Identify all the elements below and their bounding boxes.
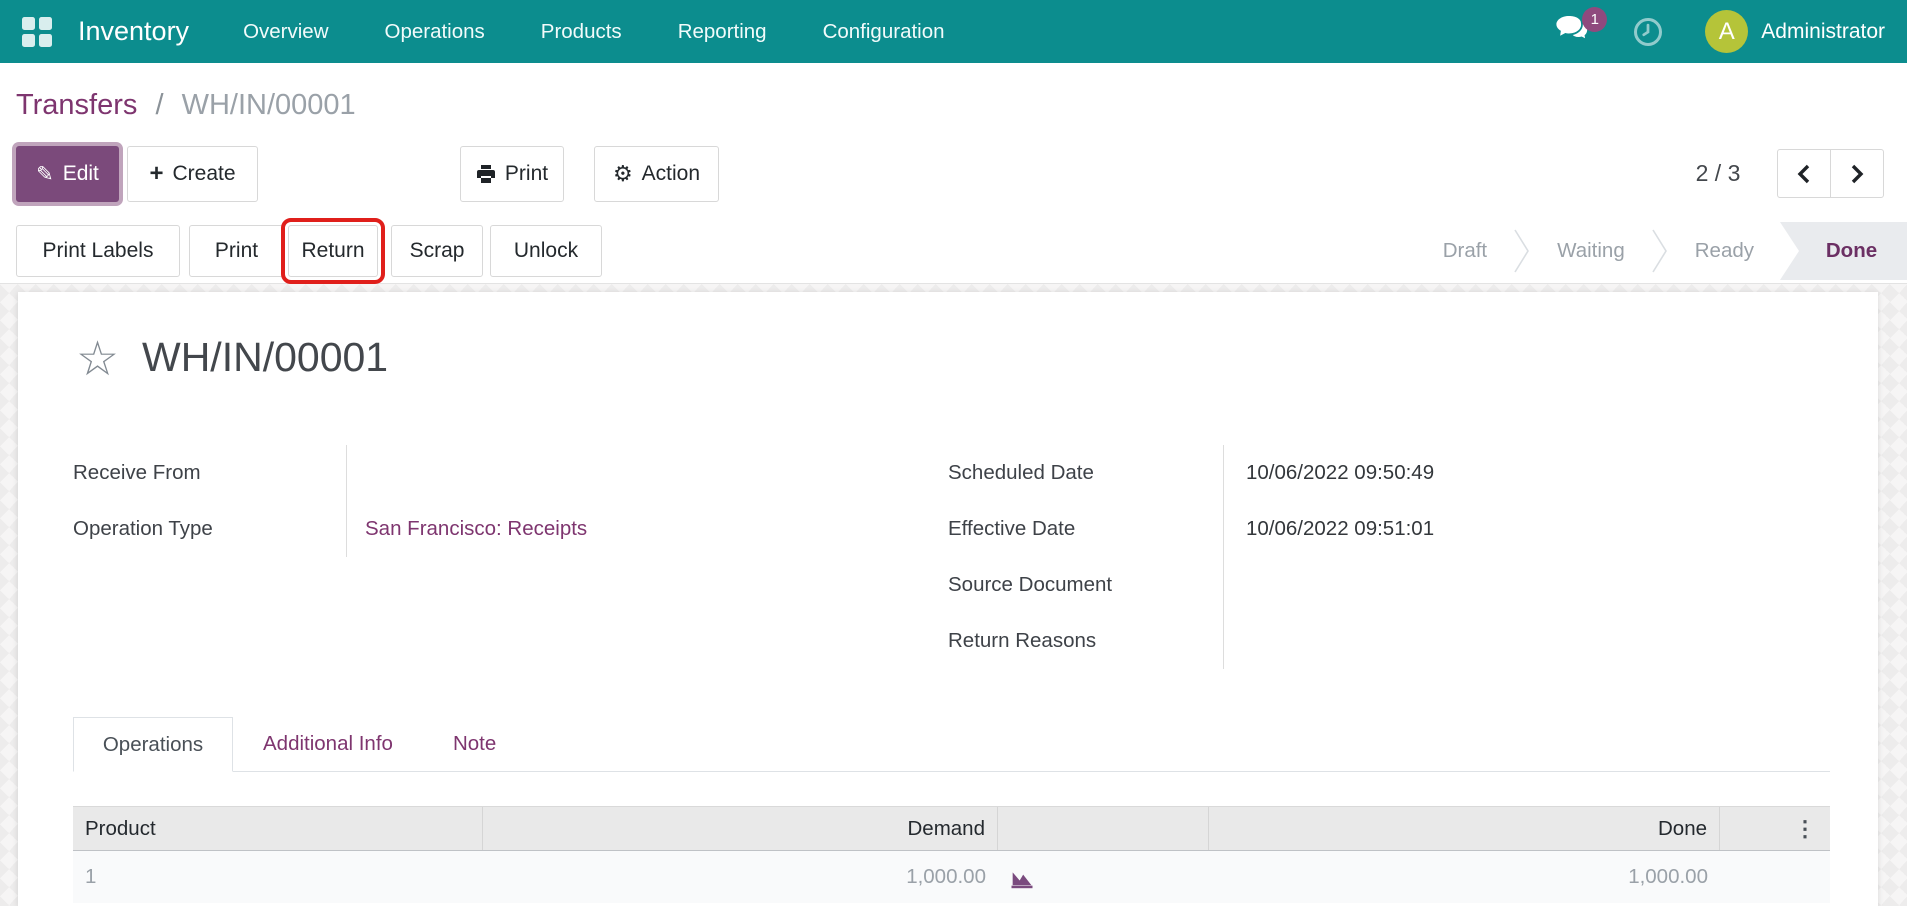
pencil-icon: ✎ [36, 162, 54, 187]
button-row: ✎ Edit + Create Print ⚙ Action 2 / 3 [0, 146, 1907, 203]
optional-columns-toggle[interactable]: ⋮ [1720, 816, 1830, 842]
gear-icon: ⚙ [613, 161, 633, 187]
cell-graph [998, 863, 1209, 891]
user-name: Administrator [1761, 20, 1885, 44]
column-header-demand[interactable]: Demand [483, 807, 998, 850]
column-header-product[interactable]: Product [73, 807, 483, 850]
label-operation-type: Operation Type [73, 517, 213, 541]
status-done[interactable]: Done [1780, 222, 1907, 280]
breadcrumb-separator: / [155, 89, 163, 121]
menu-configuration[interactable]: Configuration [823, 20, 945, 44]
control-panel: Transfers / WH/IN/00001 ✎ Edit + Create … [0, 63, 1907, 284]
label-receive-from: Receive From [73, 461, 201, 485]
edit-button-label: Edit [63, 162, 99, 186]
action-button-label: Action [642, 162, 700, 186]
print-button[interactable]: Print [460, 146, 564, 202]
breadcrumb-current: WH/IN/00001 [182, 89, 356, 121]
label-effective-date: Effective Date [948, 517, 1075, 541]
tab-operations[interactable]: Operations [73, 717, 233, 772]
menu-products[interactable]: Products [541, 20, 622, 44]
messages-button[interactable]: 1 [1555, 15, 1591, 48]
apps-menu-icon[interactable] [22, 17, 52, 47]
pager-indicator: 2 / 3 [1668, 160, 1768, 187]
forecast-graph-icon[interactable] [1006, 863, 1038, 891]
label-source-document: Source Document [948, 573, 1112, 597]
favorite-star-icon[interactable]: ☆ [76, 336, 119, 384]
activities-button[interactable] [1633, 17, 1663, 47]
apps-menu-square [39, 17, 52, 30]
pager-next-button[interactable] [1830, 149, 1884, 198]
value-effective-date: 10/06/2022 09:51:01 [1246, 517, 1434, 541]
kebab-dots-icon: ⋮ [1794, 816, 1816, 841]
form-sheet: ☆ WH/IN/00001 Receive From Operation Typ… [18, 292, 1878, 906]
create-button-label: Create [172, 162, 235, 186]
chevron-right-icon [1850, 163, 1864, 185]
plus-icon: + [149, 160, 163, 188]
edit-button[interactable]: ✎ Edit [16, 146, 119, 202]
messages-badge: 1 [1582, 7, 1607, 32]
return-button[interactable]: Return [288, 225, 378, 277]
field-group-left: Receive From Operation Type San Francisc… [73, 445, 873, 557]
apps-menu-square [22, 17, 35, 30]
chevron-separator-icon [1513, 222, 1531, 280]
print-button-label: Print [505, 162, 548, 186]
cell-demand[interactable]: 1,000.00 [483, 865, 998, 889]
cell-product[interactable]: 1 [73, 865, 483, 889]
chevron-separator-icon [1651, 222, 1669, 280]
value-operation-type-link[interactable]: San Francisco: Receipts [365, 517, 587, 541]
avatar: A [1705, 10, 1748, 53]
field-group-right: Scheduled Date Effective Date Source Doc… [948, 445, 1808, 669]
menu-overview[interactable]: Overview [243, 20, 328, 44]
statusbar: Draft Waiting Ready Done [1417, 222, 1907, 280]
tab-note[interactable]: Note [423, 717, 526, 771]
navbar-right: 1 A Administrator [1555, 10, 1885, 53]
unlock-button[interactable]: Unlock [490, 225, 602, 277]
app-name[interactable]: Inventory [78, 16, 189, 47]
breadcrumb-transfers-link[interactable]: Transfers [16, 89, 137, 121]
print-report-button[interactable]: Print [189, 225, 284, 277]
table-header: Product Demand Done ⋮ [73, 806, 1830, 851]
inventory-transfer-form-page: Inventory Overview Operations Products R… [0, 0, 1907, 906]
column-header-done[interactable]: Done [1209, 807, 1720, 850]
table-row[interactable]: 1 1,000.00 1,000.00 [73, 851, 1830, 903]
menu-operations[interactable]: Operations [385, 20, 485, 44]
menu-reporting[interactable]: Reporting [678, 20, 767, 44]
status-waiting[interactable]: Waiting [1531, 222, 1651, 280]
status-draft[interactable]: Draft [1417, 222, 1513, 280]
cell-done[interactable]: 1,000.00 [1209, 865, 1720, 889]
clock-icon [1633, 17, 1663, 47]
label-return-reasons: Return Reasons [948, 629, 1096, 653]
action-button[interactable]: ⚙ Action [594, 146, 719, 202]
create-button[interactable]: + Create [127, 146, 258, 202]
chevron-left-icon [1797, 163, 1811, 185]
print-labels-button[interactable]: Print Labels [16, 225, 180, 277]
column-header-graph [998, 807, 1209, 850]
workflow-row: Print Labels Print Return Scrap Unlock D… [0, 225, 1907, 283]
notebook-tabs: Operations Additional Info Note [73, 717, 1830, 772]
apps-menu-square [22, 34, 35, 47]
top-navbar: Inventory Overview Operations Products R… [0, 0, 1907, 63]
label-scheduled-date: Scheduled Date [948, 461, 1094, 485]
user-menu[interactable]: A Administrator [1705, 10, 1885, 53]
scrap-button[interactable]: Scrap [391, 225, 483, 277]
status-ready[interactable]: Ready [1669, 222, 1780, 280]
value-scheduled-date: 10/06/2022 09:50:49 [1246, 461, 1434, 485]
operations-table: Product Demand Done ⋮ 1 1,000.00 1,000.0… [73, 806, 1830, 903]
printer-icon [476, 164, 496, 184]
tab-additional-info[interactable]: Additional Info [233, 717, 423, 771]
apps-menu-square [39, 34, 52, 47]
pager-previous-button[interactable] [1777, 149, 1831, 198]
breadcrumb: Transfers / WH/IN/00001 [16, 89, 356, 122]
document-title: WH/IN/00001 [142, 334, 388, 381]
main-menu: Overview Operations Products Reporting C… [243, 20, 944, 44]
